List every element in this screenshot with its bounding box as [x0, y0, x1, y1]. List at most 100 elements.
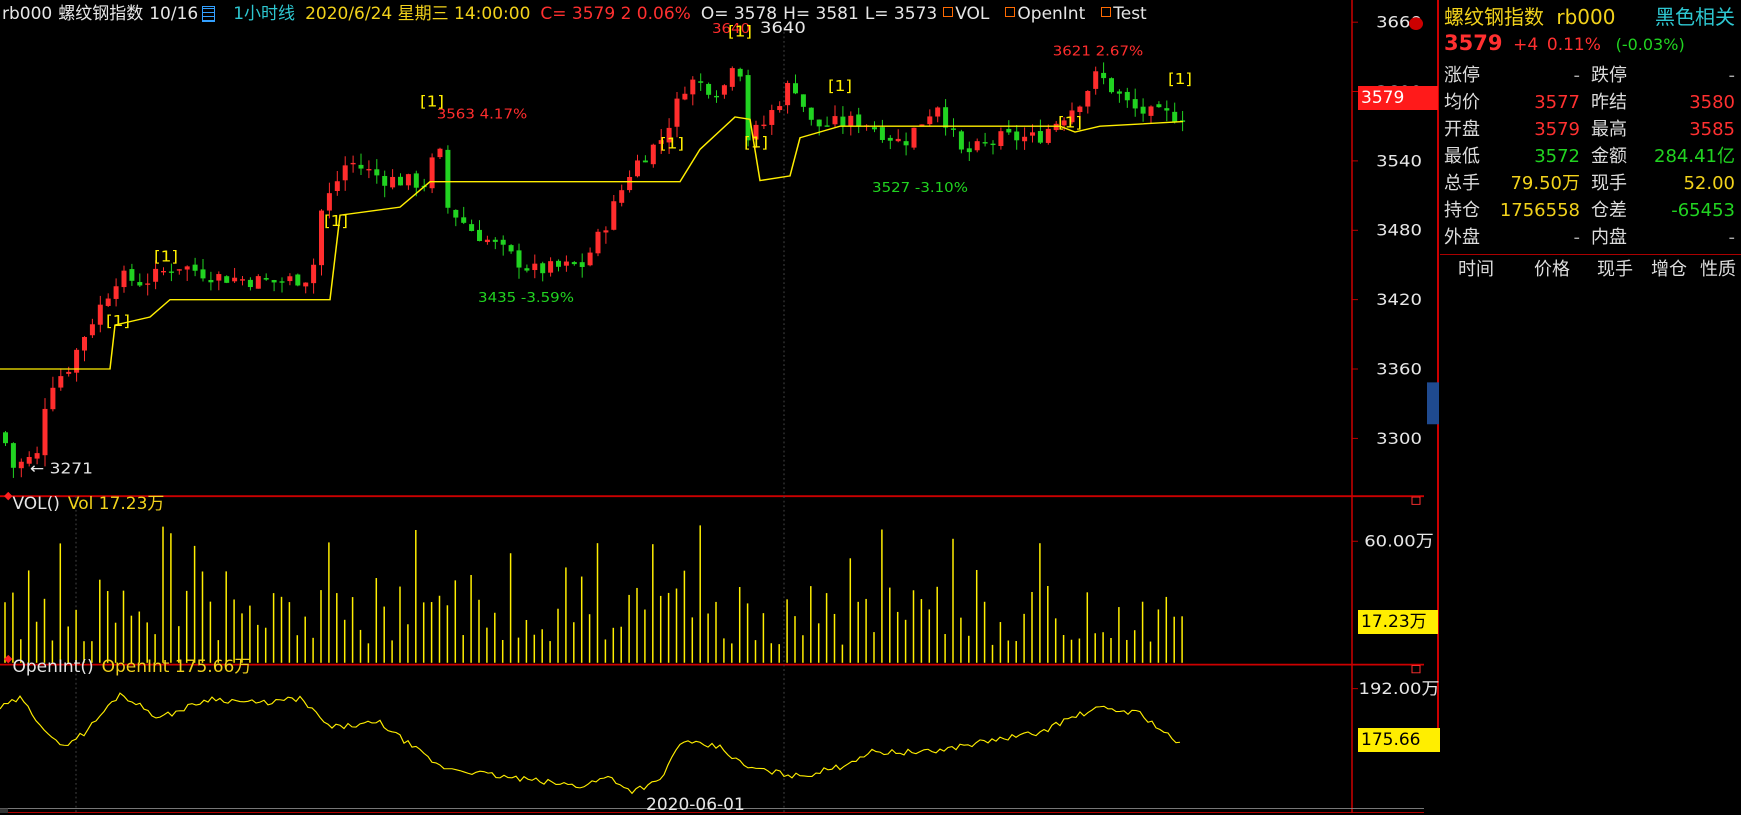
volume-bars-group — [4, 525, 1183, 663]
openint-indicator-toggle[interactable]: OpenInt — [1005, 4, 1095, 24]
candle-body — [603, 230, 609, 233]
quote-divider — [1440, 254, 1741, 255]
tick-col-price[interactable]: 价格 — [1534, 257, 1570, 282]
candle-body — [97, 304, 103, 325]
related-link[interactable]: 黑色相关 — [1655, 1, 1735, 30]
candle-body — [500, 239, 506, 245]
test-indicator-toggle[interactable]: Test — [1101, 4, 1156, 24]
candle-body — [445, 149, 451, 208]
candle-body — [737, 68, 743, 77]
vol-indicator-label: VOL — [955, 4, 990, 24]
panel-maximize-icon — [1411, 665, 1421, 674]
grid-icon[interactable] — [202, 6, 216, 22]
current-oi-tag: 175.66万 — [1358, 728, 1440, 774]
candle-body — [105, 298, 111, 306]
vol-panel-title[interactable]: VOL() — [12, 494, 59, 514]
candle-body — [200, 269, 206, 279]
candle-body — [516, 250, 522, 268]
candle-body — [405, 174, 411, 186]
candle-body — [777, 106, 783, 111]
candle-body — [635, 160, 640, 177]
candle-body — [1085, 90, 1091, 107]
candle-body — [413, 173, 419, 188]
tick-col-volume[interactable]: 现手 — [1597, 257, 1633, 282]
collapse-panel-tab — [1427, 382, 1439, 425]
candle-body — [192, 264, 198, 271]
quote-panel: 螺纹钢指数 rb000 黑色相关 3579 +4 0.11% (-0.03%) … — [1440, 0, 1741, 813]
period-label[interactable]: 1小时线 — [233, 4, 295, 24]
candle-body — [342, 165, 348, 181]
quote-last-row: 3579 +4 0.11% (-0.03%) — [1444, 31, 1685, 55]
oi-panel-title[interactable]: OpenInt() — [12, 657, 93, 677]
vol-indicator-toggle[interactable]: VOL — [943, 4, 999, 24]
quote-value: 3579 — [1534, 119, 1580, 140]
candle-body — [974, 141, 980, 151]
candle-body — [208, 279, 214, 283]
candle-body — [721, 85, 727, 95]
candle-body — [113, 286, 119, 299]
candle-body — [548, 261, 554, 273]
indicator-box-icon — [1005, 7, 1016, 17]
candle-body — [121, 270, 127, 288]
tick-col-time[interactable]: 时间 — [1458, 257, 1494, 282]
candle-body — [42, 408, 48, 456]
candle-body — [492, 239, 498, 242]
candle-body — [168, 271, 174, 273]
signal-marker: [1] — [154, 247, 178, 265]
candle-body — [58, 376, 64, 388]
symbol-code[interactable]: rb000 — [2, 4, 52, 24]
candle-body — [587, 252, 593, 266]
candle-body — [66, 371, 72, 374]
candle-body — [532, 263, 538, 271]
quote-value: 52.00 — [1683, 173, 1735, 194]
candle-body — [808, 107, 814, 120]
candle-body — [429, 157, 435, 189]
candle-body — [358, 164, 364, 169]
candle-body — [469, 224, 475, 231]
candles-group — [3, 62, 1186, 478]
candle-body — [690, 79, 696, 95]
price-change: +4 — [1513, 35, 1539, 55]
signal-marker: [1] — [744, 133, 768, 151]
candle-body — [279, 281, 285, 283]
candle-body — [524, 268, 530, 271]
candle-body — [619, 190, 625, 203]
tick-col-oi-change[interactable]: 增仓 — [1651, 257, 1687, 282]
candle-body — [437, 148, 443, 158]
indicator-box-icon — [943, 7, 954, 17]
candle-body — [477, 229, 482, 242]
signal-marker: [1] — [106, 312, 130, 330]
scroll-left-button — [0, 808, 8, 813]
candle-body — [579, 262, 585, 267]
quote-label: 均价 — [1444, 92, 1480, 113]
candle-body — [287, 276, 293, 282]
candle-body — [263, 278, 269, 280]
candle-body — [1148, 106, 1154, 116]
candle-body — [563, 261, 569, 266]
signal-marker: [1] — [324, 212, 348, 230]
quote-label: 最高 — [1591, 119, 1627, 140]
candle-body — [998, 131, 1004, 147]
candle-body — [927, 116, 933, 125]
quote-label: 仓差 — [1591, 200, 1627, 221]
trailing-stop-line — [0, 116, 1184, 370]
candle-body — [89, 324, 95, 336]
tick-col-nature[interactable]: 性质 — [1700, 257, 1736, 282]
candle-body — [34, 453, 40, 459]
candle-body — [1132, 99, 1138, 109]
candle-body — [935, 107, 941, 117]
quote-label: 昨结 — [1591, 92, 1627, 113]
date-axis-label: 2020-06-01 — [646, 795, 745, 815]
candle-body — [761, 124, 767, 127]
tick-table-header: 时间 价格 现手 增仓 性质 — [1440, 257, 1741, 282]
quote-value: 3585 — [1689, 119, 1735, 140]
quote-value: - — [1728, 227, 1736, 248]
quote-row: 均价 3577 昨结 3580 — [1440, 89, 1741, 116]
candle-body — [840, 116, 846, 126]
quote-label: 金额 — [1591, 146, 1627, 167]
candle-body — [1093, 71, 1099, 89]
candle-body — [484, 239, 490, 243]
quote-label: 开盘 — [1444, 119, 1480, 140]
candle-body — [958, 131, 964, 150]
quote-row: 持仓 1756558 仓差 -65453 — [1440, 197, 1741, 224]
